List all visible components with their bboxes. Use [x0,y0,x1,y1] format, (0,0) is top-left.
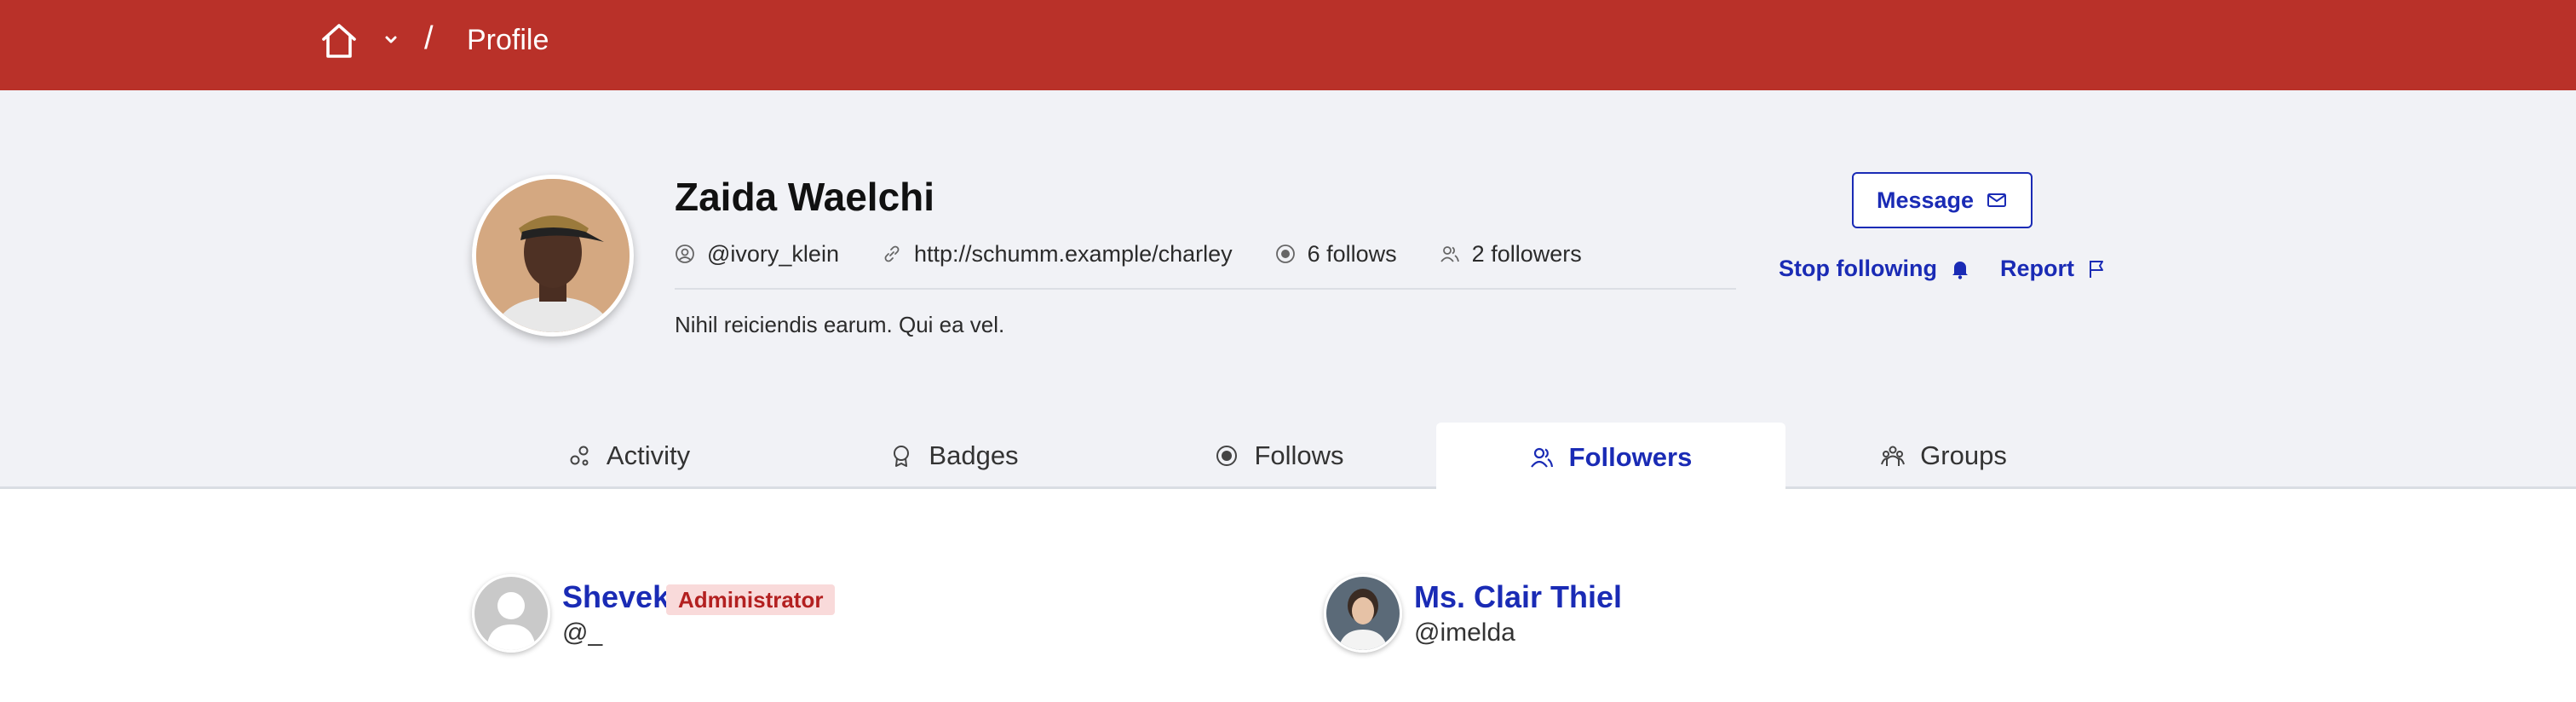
follows-icon [1275,245,1295,263]
tab-follows-label: Follows [1254,440,1344,470]
tab-followers[interactable]: Followers [1436,423,1785,492]
follows-count-item: 6 follows [1275,241,1397,268]
tab-follows[interactable]: Follows [1128,423,1431,489]
profile-followers: 2 followers [1471,240,1582,267]
follows-icon [1216,446,1238,466]
tab-groups[interactable]: Groups [1792,423,2096,489]
profile-follows: 6 follows [1307,240,1397,267]
message-button[interactable]: Message [1852,172,2033,228]
profile-username: @ivory_klein [707,240,839,267]
flag-icon [2090,260,2103,278]
follower-name[interactable]: Shevek [562,579,670,615]
user-circle-icon [676,245,694,263]
link-icon [884,245,900,262]
tab-activity[interactable]: Activity [477,423,780,489]
breadcrumb-separator: / [424,20,434,56]
top-bar: / Profile [0,0,2576,90]
envelope-icon [1987,193,2007,207]
activity-icon [570,446,589,466]
followers-count-item: 2 followers [1440,241,1582,268]
profile-meta: @ivory_klein http://schumm.example/charl… [675,239,1624,269]
tab-badges[interactable]: Badges [802,423,1106,489]
report-label: Report [2000,256,2074,281]
home-icon[interactable] [319,20,359,61]
role-badge: Administrator [666,584,836,615]
message-button-label: Message [1876,187,1975,213]
divider [675,288,1736,290]
follower-name[interactable]: Ms. Clair Thiel [1414,579,1622,615]
tab-activity-label: Activity [606,440,691,470]
profile-name: Zaida Waelchi [675,175,935,219]
bell-icon [1952,261,1968,279]
stop-following-label: Stop following [1779,256,1937,281]
profile-bio: Nihil reiciendis earum. Qui ea vel. [675,312,1005,337]
tab-groups-label: Groups [1920,440,2007,470]
follower-avatar[interactable] [1324,574,1402,653]
tab-badges-label: Badges [929,440,1019,470]
followers-icon [1440,246,1459,262]
tab-followers-label: Followers [1568,441,1693,472]
groups-icon [1881,446,1906,466]
follower-handle: @_ [562,619,603,647]
followers-icon [1530,447,1553,468]
badge-icon [894,446,910,467]
profile-website[interactable]: http://schumm.example/charley [914,241,1233,268]
breadcrumb-current: Profile [467,24,549,56]
chevron-down-icon[interactable] [380,29,402,51]
follower-avatar[interactable] [472,574,550,653]
username-item: @ivory_klein [675,241,839,268]
stop-following-button[interactable]: Stop following [1779,256,1971,282]
website-item[interactable]: http://schumm.example/charley [882,241,1233,268]
report-button[interactable]: Report [2000,256,2108,282]
follower-handle: @imelda [1414,619,1515,647]
profile-avatar [472,175,634,337]
